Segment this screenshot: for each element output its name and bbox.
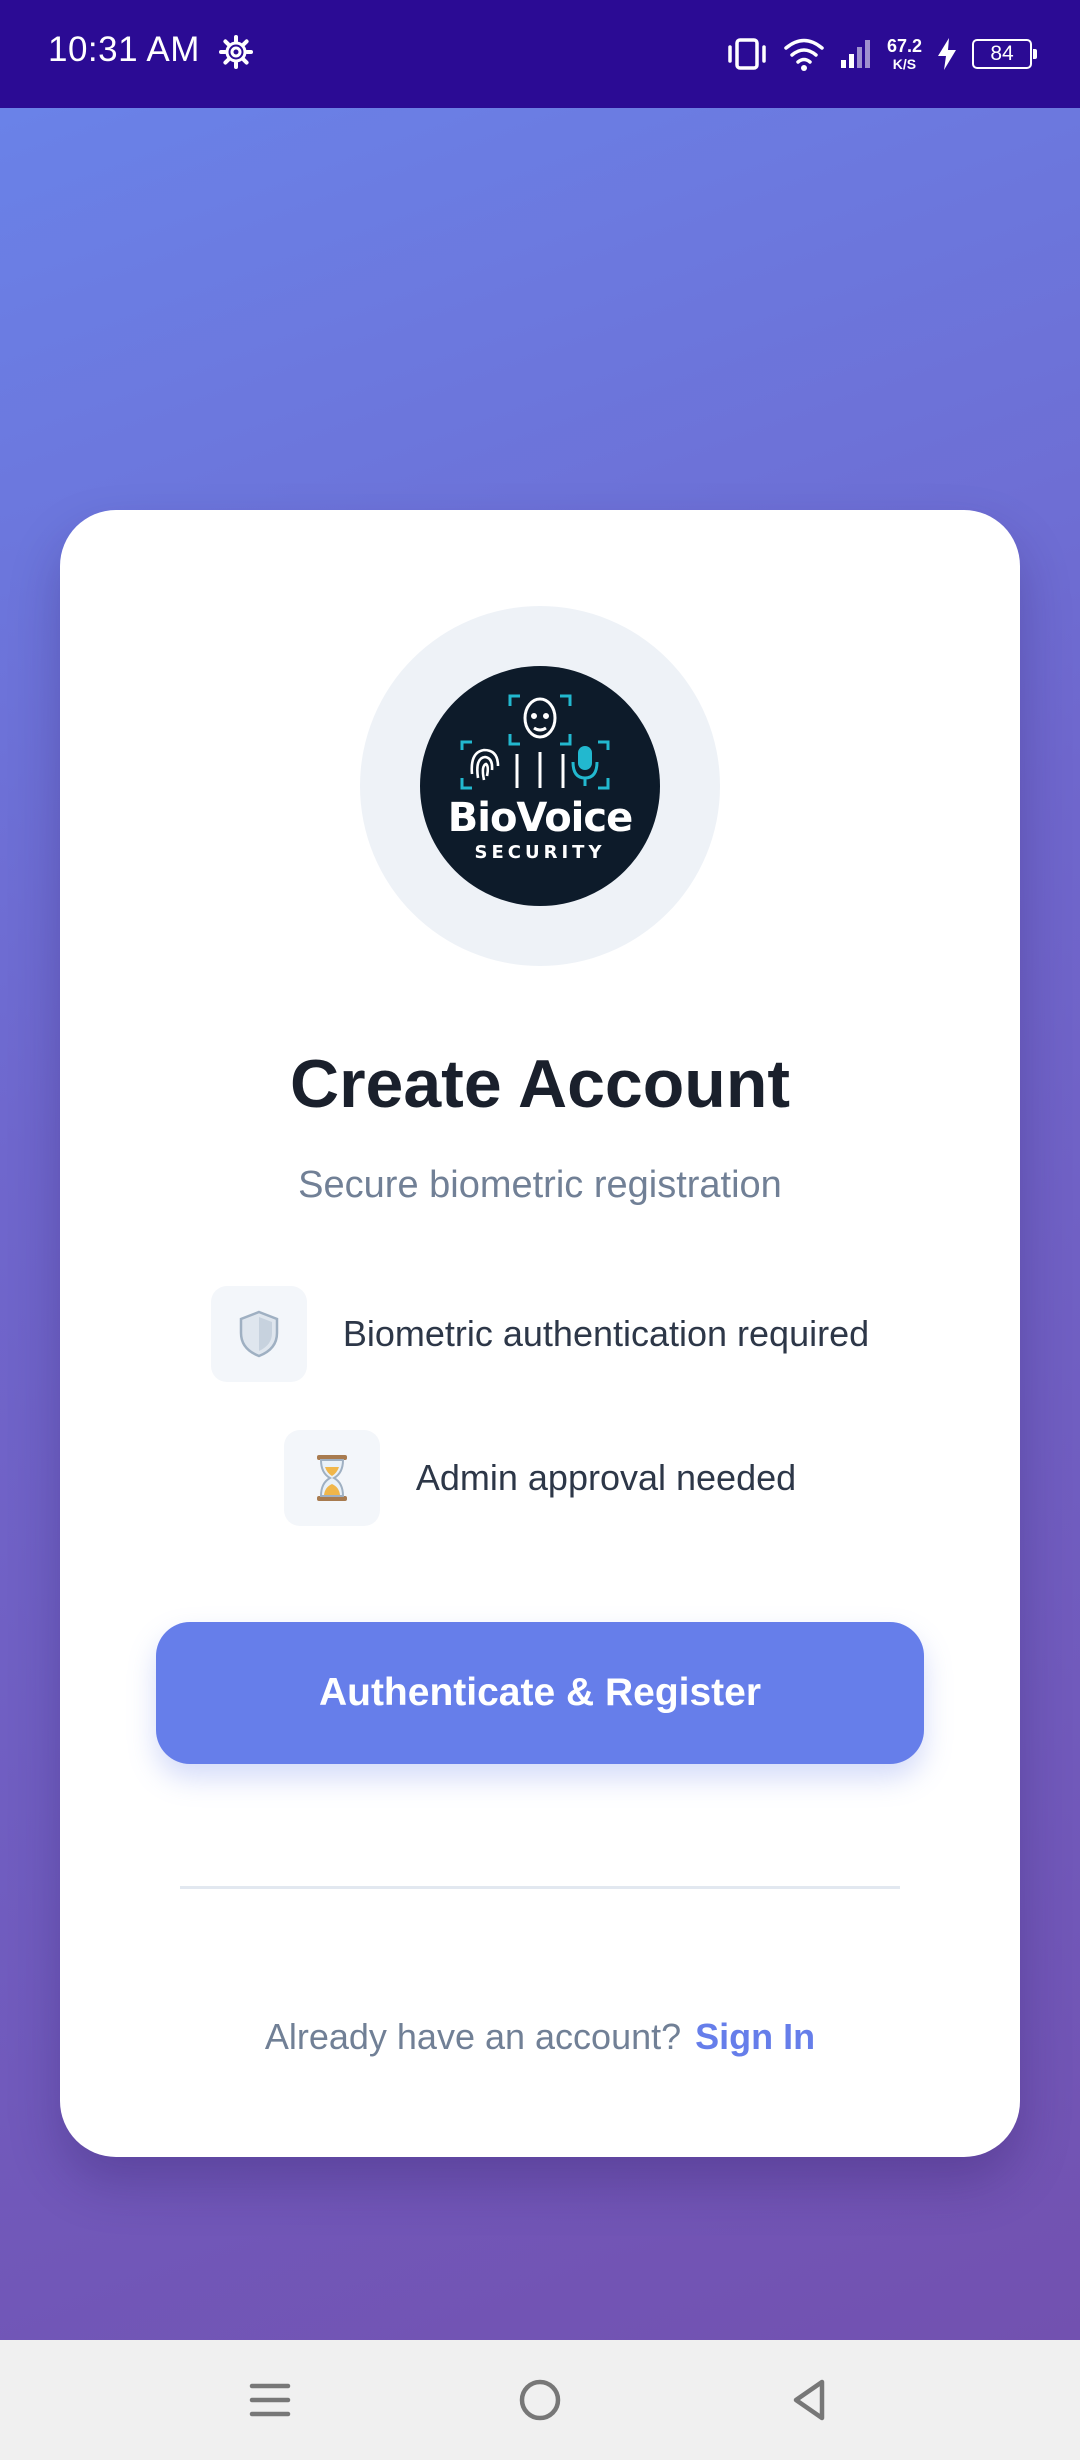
shield-icon	[210, 1286, 307, 1382]
charging-icon	[936, 37, 958, 71]
biovoice-logo: BioVoice SECURITY	[420, 666, 660, 906]
settings-gear-icon	[218, 34, 254, 70]
divider	[180, 1886, 900, 1889]
status-time: 10:31 AM	[48, 30, 200, 69]
authenticate-register-button[interactable]: Authenticate & Register	[156, 1622, 924, 1764]
page-title: Create Account	[289, 1046, 791, 1122]
page-subtitle: Secure biometric registration	[298, 1164, 782, 1206]
register-card: BioVoice SECURITY Create Account Secure …	[60, 510, 1020, 2157]
logo-halo: BioVoice SECURITY	[360, 606, 720, 966]
system-nav-bar	[0, 2340, 1080, 2460]
vibrate-icon	[725, 36, 769, 72]
back-triangle-icon[interactable]	[780, 2370, 840, 2430]
status-bar: 10:31 AM 67.2 K/S 84	[0, 0, 1080, 108]
signin-link[interactable]: Sign In	[695, 2016, 815, 2058]
feature-label: Biometric authentication required	[342, 1313, 870, 1354]
battery-indicator: 84	[972, 39, 1037, 69]
status-icons: 67.2 K/S 84	[725, 28, 1037, 80]
network-speed: 67.2 K/S	[887, 37, 922, 71]
feature-admin-approval: Admin approval needed	[60, 1430, 1020, 1526]
feature-label: Admin approval needed	[415, 1457, 797, 1498]
wifi-icon	[783, 36, 825, 72]
home-circle-icon[interactable]	[510, 2370, 570, 2430]
signal-icon	[839, 38, 873, 70]
signin-prompt: Already have an account?	[264, 2016, 682, 2057]
app-background: BioVoice SECURITY Create Account Secure …	[0, 108, 1080, 2340]
network-speed-value: 67.2	[886, 36, 922, 56]
logo-brand-tagline: SECURITY	[474, 842, 606, 863]
feature-biometric: Biometric authentication required	[60, 1286, 1020, 1382]
network-speed-unit: K/S	[892, 56, 917, 72]
recent-apps-menu-icon[interactable]	[240, 2370, 300, 2430]
signin-row: Already have an account? Sign In	[60, 2016, 1020, 2058]
hourglass-icon	[283, 1430, 380, 1526]
logo-brand-name: BioVoice	[447, 795, 633, 841]
